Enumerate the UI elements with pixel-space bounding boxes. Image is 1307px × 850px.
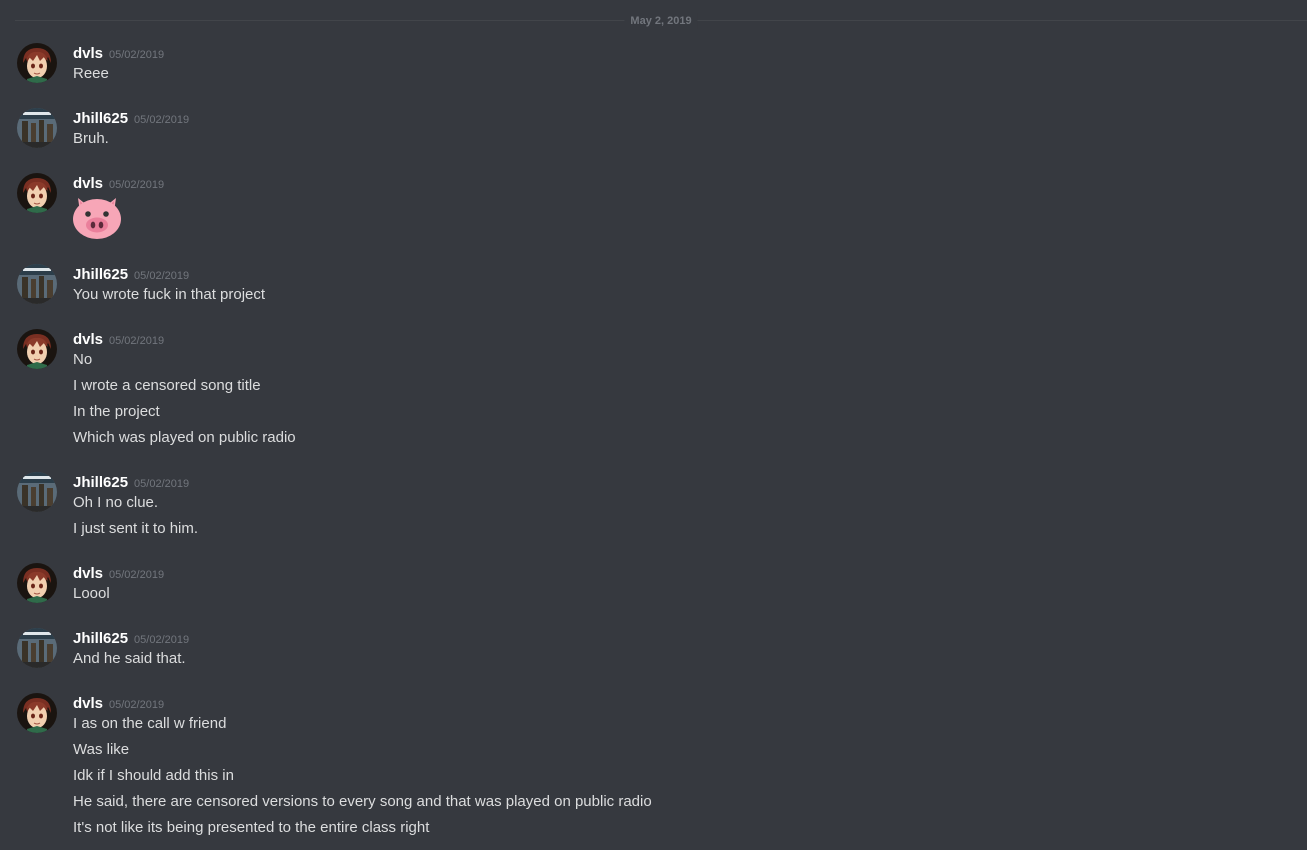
avatar[interactable] xyxy=(17,108,57,148)
timestamp: 05/02/2019 xyxy=(134,478,190,490)
message-text: Which was played on public radio xyxy=(73,429,296,446)
author-name[interactable]: dvls xyxy=(73,175,103,192)
author-name[interactable]: Jhill625 xyxy=(73,630,128,647)
message-text: I as on the call w friend xyxy=(73,715,227,732)
avatar[interactable] xyxy=(17,628,57,668)
pig-face-emoji xyxy=(73,198,121,239)
message-text: Was like xyxy=(73,741,130,758)
avatar[interactable] xyxy=(17,43,57,83)
author-name[interactable]: dvls xyxy=(73,695,103,712)
author-name[interactable]: Jhill625 xyxy=(73,110,128,127)
timestamp: 05/02/2019 xyxy=(109,179,165,191)
message-header: dvls 05/02/2019 xyxy=(73,330,164,351)
message-header: dvls 05/02/2019 xyxy=(73,694,164,715)
timestamp: 05/02/2019 xyxy=(109,335,165,347)
timestamp: 05/02/2019 xyxy=(109,699,165,711)
message-text: He said, there are censored versions to … xyxy=(73,793,652,810)
message-header: dvls 05/02/2019 xyxy=(73,564,164,585)
message-header: dvls 05/02/2019 xyxy=(73,174,164,195)
avatar[interactable] xyxy=(17,472,57,512)
timestamp: 05/02/2019 xyxy=(134,114,190,126)
message-text: You wrote fuck in that project xyxy=(73,286,266,303)
message-header: Jhill625 05/02/2019 xyxy=(73,265,189,286)
date-divider-label: May 2, 2019 xyxy=(624,13,698,29)
timestamp: 05/02/2019 xyxy=(109,49,165,61)
message-header: Jhill625 05/02/2019 xyxy=(73,629,189,650)
timestamp: 05/02/2019 xyxy=(134,270,190,282)
author-name[interactable]: dvls xyxy=(73,565,103,582)
timestamp: 05/02/2019 xyxy=(109,569,165,581)
author-name[interactable]: Jhill625 xyxy=(73,474,128,491)
message-text: Oh I no clue. xyxy=(73,494,159,511)
message-text: It's not like its being presented to the… xyxy=(73,819,430,836)
avatar[interactable] xyxy=(17,563,57,603)
author-name[interactable]: Jhill625 xyxy=(73,266,128,283)
message-header: Jhill625 05/02/2019 xyxy=(73,473,189,494)
message-text: I wrote a censored song title xyxy=(73,377,261,394)
message-header: Jhill625 05/02/2019 xyxy=(73,109,189,130)
message-header: dvls 05/02/2019 xyxy=(73,44,164,65)
message-text: In the project xyxy=(73,403,160,420)
message-text: I just sent it to him. xyxy=(73,520,199,537)
date-divider: May 2, 2019 xyxy=(15,13,1307,29)
message-text: Bruh. xyxy=(73,130,109,147)
timestamp: 05/02/2019 xyxy=(134,634,190,646)
message-text: And he said that. xyxy=(73,650,186,667)
avatar[interactable] xyxy=(17,693,57,733)
author-name[interactable]: dvls xyxy=(73,45,103,62)
message-text: Idk if I should add this in xyxy=(73,767,234,784)
avatar[interactable] xyxy=(17,173,57,213)
message-text: Reee xyxy=(73,65,109,82)
avatar[interactable] xyxy=(17,264,57,304)
message-text: No xyxy=(73,351,93,368)
author-name[interactable]: dvls xyxy=(73,331,103,348)
message-text: Loool xyxy=(73,585,110,602)
avatar[interactable] xyxy=(17,329,57,369)
